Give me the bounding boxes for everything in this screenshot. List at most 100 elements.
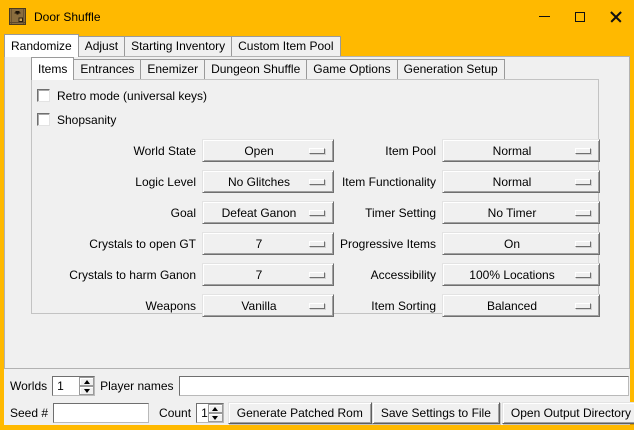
retro-mode-checkbox[interactable] (37, 89, 50, 102)
dropdown-indicator-icon (575, 241, 591, 247)
dropdown-accessibility[interactable]: 100% Locations (442, 263, 600, 286)
door-icon (9, 8, 26, 25)
bottom-bar: Worlds 1 Player names Seed # Count 1 (4, 369, 630, 425)
dropdown-crystals-gt[interactable]: 7 (202, 232, 334, 255)
worlds-row: Worlds 1 Player names (8, 376, 629, 396)
shopsanity-row: Shopsanity (37, 112, 598, 127)
close-icon (610, 11, 622, 23)
client-area: Randomize Adjust Starting Inventory Cust… (4, 33, 630, 425)
count-spinner[interactable]: 1 (196, 403, 224, 423)
window-controls (526, 0, 634, 33)
worlds-spin-up-button[interactable] (79, 377, 94, 386)
item-sorting-label: Item Sorting (338, 299, 438, 313)
dropdown-indicator-icon (309, 148, 325, 154)
dropdown-indicator-icon (575, 148, 591, 154)
dropdown-indicator-icon (309, 303, 325, 309)
generate-patched-rom-button[interactable]: Generate Patched Rom (228, 402, 372, 424)
worlds-spin-down-button[interactable] (79, 386, 94, 395)
count-spin-down-button[interactable] (208, 413, 223, 422)
world-state-value: Open (203, 144, 309, 158)
dropdown-world-state[interactable]: Open (202, 139, 334, 162)
arrow-up-icon (212, 407, 218, 411)
goal-value: Defeat Ganon (203, 206, 309, 220)
logic-level-value: No Glitches (203, 175, 309, 189)
dropdown-indicator-icon (309, 241, 325, 247)
shopsanity-checkbox[interactable] (37, 113, 50, 126)
dropdown-item-sorting[interactable]: Balanced (442, 294, 600, 317)
item-functionality-value: Normal (443, 175, 575, 189)
seed-input[interactable] (53, 403, 149, 423)
dropdown-indicator-icon (575, 210, 591, 216)
worlds-spinner[interactable]: 1 (52, 376, 95, 396)
dropdown-indicator-icon (309, 210, 325, 216)
maximize-button[interactable] (562, 0, 598, 33)
dropdown-timer-setting[interactable]: No Timer (442, 201, 600, 224)
open-output-directory-button[interactable]: Open Output Directory (502, 402, 634, 424)
minimize-icon (539, 16, 550, 17)
dropdown-item-functionality[interactable]: Normal (442, 170, 600, 193)
crystals-ganon-label: Crystals to harm Ganon (38, 268, 198, 282)
weapons-value: Vanilla (203, 299, 309, 313)
arrow-down-icon (84, 389, 90, 393)
world-state-label: World State (38, 144, 198, 158)
tab-adjust[interactable]: Adjust (79, 36, 125, 56)
dropdown-logic-level[interactable]: No Glitches (202, 170, 334, 193)
arrow-up-icon (84, 380, 90, 384)
goal-label: Goal (38, 206, 198, 220)
tab-enemizer[interactable]: Enemizer (141, 59, 205, 79)
tab-game-options[interactable]: Game Options (307, 59, 397, 79)
dropdown-weapons[interactable]: Vanilla (202, 294, 334, 317)
main-tab-bar: Randomize Adjust Starting Inventory Cust… (4, 33, 630, 56)
dropdown-crystals-ganon[interactable]: 7 (202, 263, 334, 286)
worlds-spinner-arrows (79, 377, 94, 395)
count-spinner-arrows (208, 404, 223, 422)
randomize-pane: Items Entrances Enemizer Dungeon Shuffle… (4, 56, 630, 369)
dropdown-item-pool[interactable]: Normal (442, 139, 600, 162)
weapons-label: Weapons (38, 299, 198, 313)
arrow-down-icon (212, 416, 218, 420)
dropdown-indicator-icon (575, 303, 591, 309)
tab-entrances[interactable]: Entrances (74, 59, 141, 79)
player-names-input[interactable] (179, 376, 630, 396)
save-settings-button[interactable]: Save Settings to File (372, 402, 500, 424)
item-pool-value: Normal (443, 144, 575, 158)
tab-dungeon-shuffle[interactable]: Dungeon Shuffle (205, 59, 307, 79)
window-title: Door Shuffle (34, 10, 101, 24)
seed-label: Seed # (8, 406, 50, 420)
settings-grid: World State Open Item Pool Normal Logic … (38, 135, 598, 321)
progressive-items-label: Progressive Items (338, 237, 438, 251)
progressive-items-value: On (443, 237, 575, 251)
timer-setting-label: Timer Setting (338, 206, 438, 220)
tab-starting-inventory[interactable]: Starting Inventory (125, 36, 232, 56)
tab-generation-setup[interactable]: Generation Setup (398, 59, 505, 79)
retro-mode-row: Retro mode (universal keys) (37, 88, 598, 103)
seed-row: Seed # Count 1 Generate Patched Rom Save… (8, 402, 629, 424)
item-pool-label: Item Pool (338, 144, 438, 158)
count-spin-up-button[interactable] (208, 404, 223, 413)
dropdown-indicator-icon (575, 179, 591, 185)
minimize-button[interactable] (526, 0, 562, 33)
dropdown-progressive-items[interactable]: On (442, 232, 600, 255)
crystals-gt-value: 7 (203, 237, 309, 251)
dropdown-indicator-icon (309, 179, 325, 185)
tab-randomize[interactable]: Randomize (4, 34, 79, 57)
shopsanity-label: Shopsanity (57, 112, 116, 127)
sub-tab-bar: Items Entrances Enemizer Dungeon Shuffle… (31, 57, 629, 79)
accessibility-value: 100% Locations (443, 268, 575, 282)
app-window: Door Shuffle Randomize Adjust Starting I… (0, 0, 634, 430)
items-pane: Retro mode (universal keys) Shopsanity W… (31, 79, 599, 314)
tab-custom-item-pool[interactable]: Custom Item Pool (232, 36, 340, 56)
timer-setting-value: No Timer (443, 206, 575, 220)
maximize-icon (575, 12, 585, 22)
tab-items[interactable]: Items (31, 57, 74, 80)
accessibility-label: Accessibility (338, 268, 438, 282)
retro-mode-label: Retro mode (universal keys) (57, 88, 207, 103)
close-button[interactable] (598, 0, 634, 33)
crystals-gt-label: Crystals to open GT (38, 237, 198, 251)
dropdown-indicator-icon (575, 272, 591, 278)
worlds-label: Worlds (8, 379, 49, 393)
logic-level-label: Logic Level (38, 175, 198, 189)
dropdown-goal[interactable]: Defeat Ganon (202, 201, 334, 224)
worlds-value: 1 (53, 377, 79, 395)
item-functionality-label: Item Functionality (338, 175, 438, 189)
